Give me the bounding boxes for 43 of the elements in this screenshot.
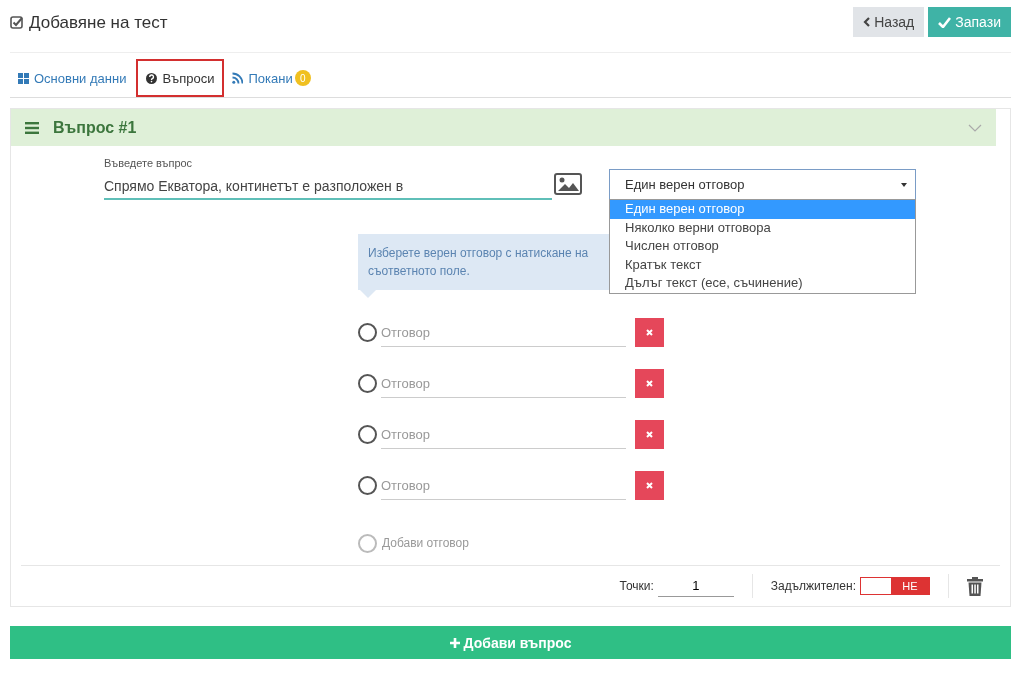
answer-radio[interactable] bbox=[358, 323, 377, 342]
trash-icon[interactable] bbox=[967, 576, 983, 596]
radio-icon bbox=[358, 533, 377, 553]
dropdown-arrow-icon bbox=[901, 182, 907, 187]
question-title: Въпрос #1 bbox=[53, 118, 138, 137]
tab[interactable]: Въпроси bbox=[136, 59, 225, 97]
checkbox-icon bbox=[10, 16, 24, 30]
page-title: Добавяне на тест bbox=[29, 13, 168, 33]
answer-radio[interactable] bbox=[358, 476, 377, 495]
question-type-select[interactable]: Един верен отговор bbox=[609, 169, 916, 200]
tab[interactable]: Основни данни bbox=[10, 59, 135, 97]
back-button[interactable]: Назад bbox=[853, 7, 925, 37]
close-icon bbox=[646, 431, 653, 438]
check-icon bbox=[938, 16, 952, 28]
required-toggle[interactable]: НЕ bbox=[860, 577, 930, 595]
question-icon bbox=[146, 72, 158, 84]
image-icon[interactable] bbox=[554, 173, 582, 195]
close-icon bbox=[646, 482, 653, 489]
dropdown-option[interactable]: Кратък текст bbox=[610, 255, 915, 275]
rss-icon bbox=[232, 72, 244, 84]
dropdown-option[interactable]: Няколко верни отговора bbox=[610, 218, 915, 238]
tab[interactable]: Покани 0 bbox=[224, 59, 319, 97]
hint-text: съответното поле. bbox=[368, 263, 471, 280]
panel-header[interactable]: Въпрос #1 bbox=[11, 109, 996, 146]
grid-icon bbox=[18, 72, 29, 84]
chevron-left-icon bbox=[863, 17, 871, 27]
delete-button[interactable] bbox=[635, 369, 664, 398]
count-badge: 0 bbox=[294, 70, 311, 86]
delete-button[interactable] bbox=[635, 318, 664, 347]
field-label: Въведете въпрос bbox=[104, 157, 194, 169]
points-label: Точки: bbox=[619, 579, 654, 593]
close-icon bbox=[646, 329, 653, 336]
delete-button[interactable] bbox=[635, 420, 664, 449]
menu-icon bbox=[25, 121, 39, 134]
hint-text: Изберете верен отговор с натискане на bbox=[368, 245, 590, 262]
answer-radio[interactable] bbox=[358, 425, 377, 444]
dropdown-option[interactable]: Дълъг текст (есе, съчинение) bbox=[610, 274, 915, 293]
dropdown-option[interactable]: Числен отговор bbox=[610, 237, 915, 256]
delete-button[interactable] bbox=[635, 471, 664, 500]
answer-radio[interactable] bbox=[358, 374, 377, 393]
plus-icon bbox=[449, 637, 460, 648]
required-label: Задължителен: bbox=[770, 579, 856, 593]
close-icon bbox=[646, 380, 653, 387]
